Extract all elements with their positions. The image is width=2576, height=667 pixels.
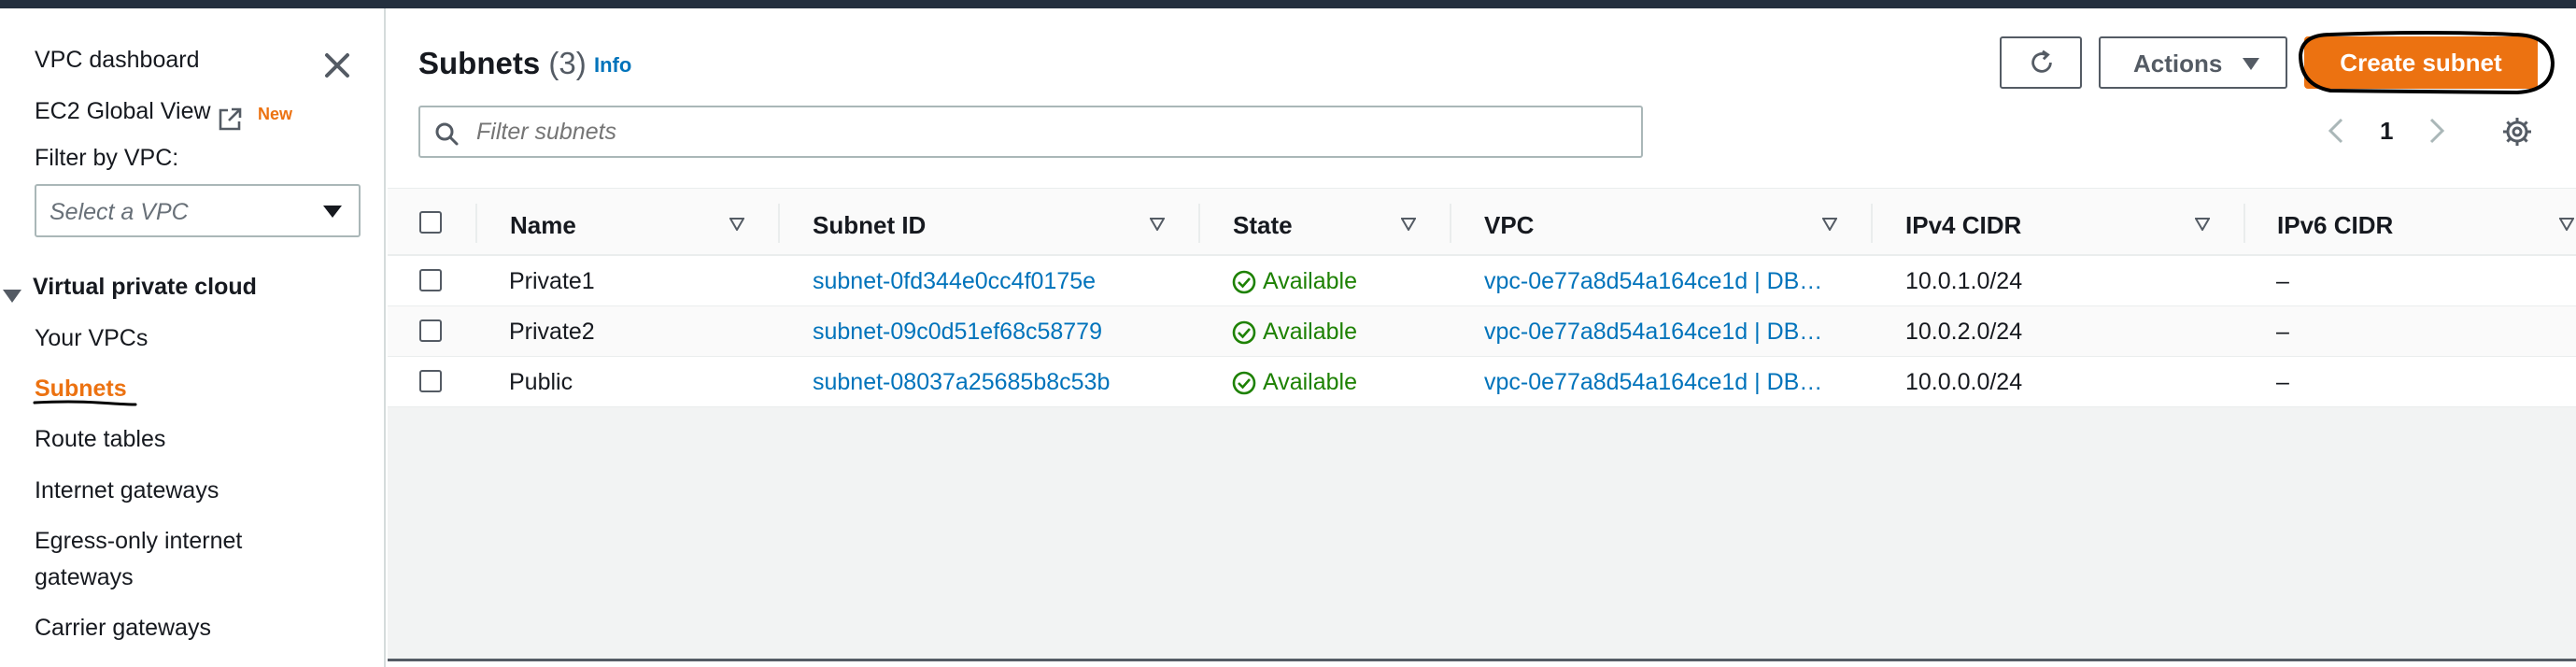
close-icon[interactable] [320, 49, 354, 82]
cell-subnet-id-link[interactable]: subnet-09c0d51ef68c58779 [813, 319, 1102, 346]
cell-name: Public [509, 369, 573, 395]
column-header-state[interactable]: State [1233, 211, 1293, 240]
table-header-row: Name Subnet ID State VPC IPv4 CIDR IPv6 … [388, 188, 2576, 256]
section-collapse-icon[interactable] [3, 290, 21, 303]
cell-ipv6-cidr: – [2276, 319, 2289, 345]
cell-name: Private2 [509, 319, 595, 345]
sidebar-item-egress-only-internet-gateways-line2[interactable]: gateways [35, 564, 134, 591]
page-title: Subnets (3) [418, 46, 587, 81]
sidebar-item-egress-only-internet-gateways[interactable]: Egress-only internet [35, 528, 242, 555]
cell-ipv4-cidr: 10.0.2.0/24 [1905, 319, 2023, 345]
cell-state: Available [1263, 319, 1358, 345]
bottom-divider [388, 659, 2576, 661]
table-row[interactable]: Public subnet-08037a25685b8c53b Availabl… [388, 357, 2576, 407]
cell-ipv4-cidr: 10.0.1.0/24 [1905, 268, 2023, 294]
sort-icon[interactable] [1150, 218, 1165, 231]
table-header-panel: Subnets (3) Info Actions Create subnet F… [388, 8, 2576, 256]
cell-state: Available [1263, 268, 1358, 294]
filter-subnets-field[interactable] [418, 106, 1643, 158]
search-icon [435, 122, 459, 146]
chevron-left-icon[interactable] [2325, 117, 2347, 145]
subnet-count: (3) [548, 46, 587, 80]
sidebar-item-vpc-dashboard[interactable]: VPC dashboard [35, 47, 200, 74]
actions-button[interactable]: Actions [2099, 36, 2287, 89]
cell-vpc-link[interactable]: vpc-0e77a8d54a164ce1d | DB… [1484, 268, 1828, 295]
sort-icon[interactable] [1822, 218, 1837, 231]
main-content: Subnets (3) Info Actions Create subnet F… [388, 8, 2576, 659]
refresh-icon [2031, 50, 2052, 73]
cell-name: Private1 [509, 268, 595, 294]
sort-icon[interactable] [2559, 218, 2574, 231]
column-header-ipv4-cidr[interactable]: IPv4 CIDR [1905, 211, 2021, 240]
chevron-right-icon[interactable] [2426, 117, 2448, 145]
sidebar: VPC dashboard EC2 Global View New Filter… [0, 8, 386, 667]
column-divider [1450, 204, 1451, 243]
check-circle-icon [1232, 320, 1256, 345]
cell-vpc-link[interactable]: vpc-0e77a8d54a164ce1d | DB… [1484, 369, 1828, 396]
column-divider [778, 204, 780, 243]
sidebar-item-ec2-global-view[interactable]: EC2 Global View [35, 98, 211, 125]
caret-down-icon [323, 206, 342, 218]
page-title-text: Subnets [418, 46, 541, 80]
filter-subnets-input[interactable] [476, 119, 1597, 146]
create-subnet-button[interactable]: Create subnet [2304, 36, 2538, 89]
sort-icon[interactable] [729, 218, 744, 231]
cell-ipv6-cidr: – [2276, 369, 2289, 395]
sort-icon[interactable] [2195, 218, 2210, 231]
sidebar-item-internet-gateways[interactable]: Internet gateways [35, 477, 219, 504]
column-header-name[interactable]: Name [510, 211, 576, 240]
cell-vpc-link[interactable]: vpc-0e77a8d54a164ce1d | DB… [1484, 319, 1828, 346]
column-header-vpc[interactable]: VPC [1484, 211, 1534, 240]
cell-subnet-id-link[interactable]: subnet-08037a25685b8c53b [813, 369, 1110, 396]
cell-ipv4-cidr: 10.0.0.0/24 [1905, 369, 2023, 395]
create-subnet-label: Create subnet [2340, 49, 2502, 77]
column-divider [2243, 204, 2245, 243]
cell-subnet-id-link[interactable]: subnet-0fd344e0cc4f0175e [813, 268, 1096, 295]
current-page[interactable]: 1 [2380, 117, 2393, 146]
row-checkbox[interactable] [419, 319, 442, 342]
sort-icon[interactable] [1401, 218, 1416, 231]
column-divider [1198, 204, 1200, 243]
row-checkbox[interactable] [419, 269, 442, 291]
hand-drawn-underline [33, 400, 137, 406]
column-header-ipv6-cidr[interactable]: IPv6 CIDR [2277, 211, 2393, 240]
row-checkbox[interactable] [419, 370, 442, 392]
refresh-button[interactable] [2000, 36, 2082, 89]
select-all-checkbox[interactable] [419, 211, 442, 234]
sidebar-item-carrier-gateways[interactable]: Carrier gateways [35, 615, 211, 642]
sidebar-item-route-tables[interactable]: Route tables [35, 426, 165, 453]
check-circle-icon [1232, 371, 1256, 395]
vpc-select[interactable]: Select a VPC [35, 184, 361, 237]
gear-icon[interactable] [2501, 116, 2533, 148]
cell-state: Available [1263, 369, 1358, 395]
info-link[interactable]: Info [594, 53, 631, 78]
external-link-icon [219, 107, 242, 131]
table-row[interactable]: Private1 subnet-0fd344e0cc4f0175e Availa… [388, 256, 2576, 306]
sidebar-item-your-vpcs[interactable]: Your VPCs [35, 325, 148, 352]
caret-down-icon [2243, 58, 2259, 70]
column-divider [1871, 204, 1873, 243]
section-virtual-private-cloud[interactable]: Virtual private cloud [33, 274, 257, 301]
new-badge: New [258, 105, 293, 123]
vpc-select-value: Select a VPC [50, 199, 189, 225]
column-header-subnet-id[interactable]: Subnet ID [813, 211, 926, 240]
filter-by-vpc-label: Filter by VPC: [35, 145, 179, 171]
table-row[interactable]: Private2 subnet-09c0d51ef68c58779 Availa… [388, 306, 2576, 357]
actions-label: Actions [2133, 50, 2223, 78]
check-circle-icon [1232, 270, 1256, 294]
column-divider [475, 204, 477, 243]
top-navigation-strip [0, 0, 2576, 8]
cell-ipv6-cidr: – [2276, 268, 2289, 294]
